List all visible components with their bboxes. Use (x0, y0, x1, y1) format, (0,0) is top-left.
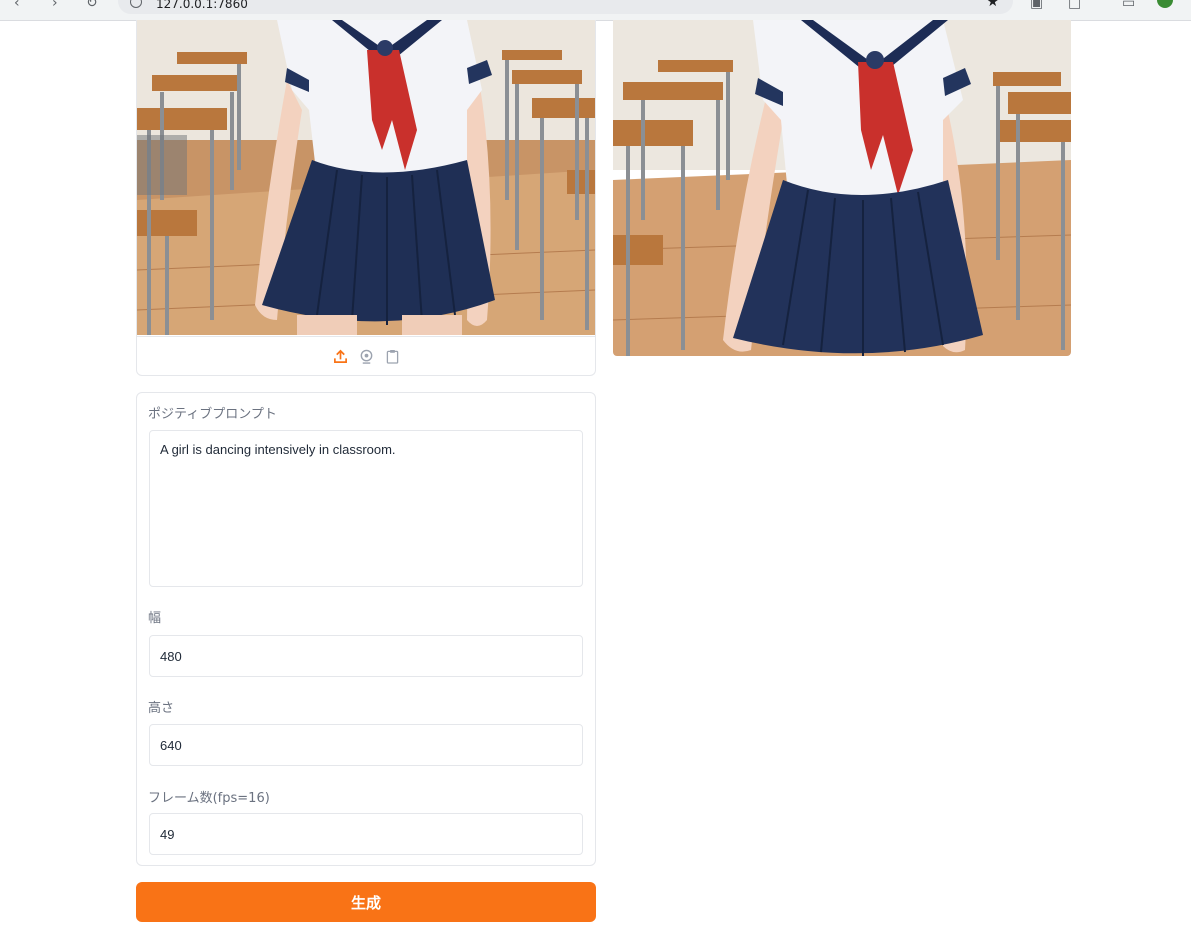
height-label: 高さ (148, 701, 175, 716)
output-image[interactable] (613, 20, 1071, 356)
browser-toolbar: ‹ › ↻ 127.0.0.1:7860 ★ ▣ □ ▭ (0, 0, 1191, 21)
width-label: 幅 (148, 611, 162, 626)
user-avatar[interactable] (1157, 0, 1173, 8)
reload-icon[interactable]: ↻ (86, 0, 98, 10)
clipboard-icon[interactable] (384, 348, 400, 364)
height-input[interactable] (149, 724, 583, 766)
frames-label: フレーム数(fps=16) (148, 791, 270, 806)
back-icon[interactable]: ‹ (14, 0, 20, 10)
address-bar[interactable]: 127.0.0.1:7860 ★ (118, 0, 1013, 14)
image-toolbar (137, 336, 595, 375)
frames-input[interactable] (149, 813, 583, 855)
input-image[interactable] (137, 20, 595, 335)
downloads-icon[interactable]: ▭ (1122, 0, 1135, 10)
profile-icon[interactable]: □ (1068, 0, 1081, 10)
extensions-icon[interactable]: ▣ (1030, 0, 1043, 10)
url-text: 127.0.0.1:7860 (156, 0, 248, 11)
webcam-icon[interactable] (358, 348, 374, 364)
generate-button[interactable]: 生成 (136, 882, 596, 922)
bookmark-star-icon[interactable]: ★ (986, 0, 999, 10)
prompt-textarea[interactable]: A girl is dancing intensively in classro… (149, 430, 583, 587)
width-input[interactable] (149, 635, 583, 677)
forward-icon[interactable]: › (52, 0, 58, 10)
prompt-label: ポジティブプロンプト (148, 407, 277, 422)
site-info-icon[interactable] (130, 0, 142, 8)
upload-icon[interactable] (332, 348, 348, 364)
